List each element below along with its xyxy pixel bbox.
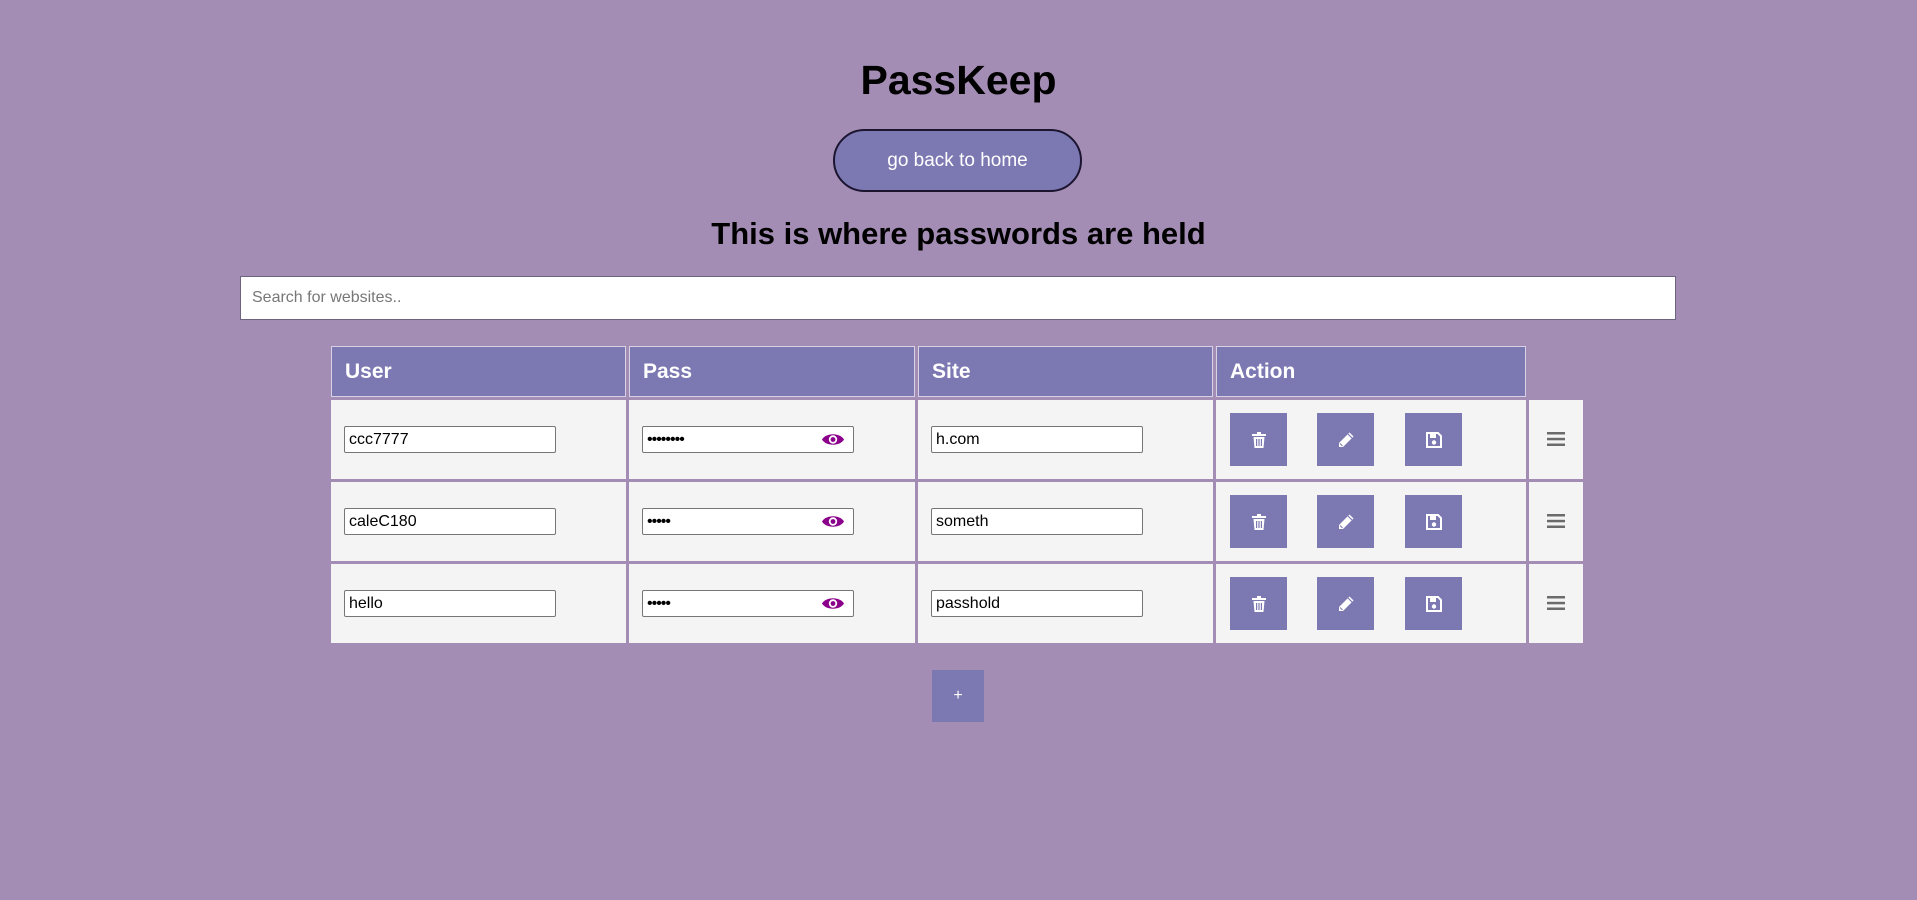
site-field[interactable] — [931, 426, 1143, 453]
site-cell — [918, 482, 1213, 561]
table-body — [331, 400, 1583, 643]
go-back-home-button[interactable]: go back to home — [833, 129, 1082, 192]
table-row — [331, 482, 1583, 561]
site-field[interactable] — [931, 590, 1143, 617]
table-row — [331, 564, 1583, 643]
eye-icon[interactable] — [821, 431, 845, 448]
save-button[interactable] — [1405, 413, 1462, 466]
hamburger-icon[interactable] — [1547, 431, 1565, 447]
table-header-row: User Pass Site Action — [331, 346, 1583, 397]
drag-cell — [1529, 400, 1583, 479]
site-cell — [918, 400, 1213, 479]
save-button[interactable] — [1405, 577, 1462, 630]
edit-button[interactable] — [1317, 577, 1374, 630]
delete-button[interactable] — [1230, 577, 1287, 630]
save-icon — [1425, 595, 1442, 612]
pass-cell — [629, 564, 915, 643]
site-cell — [918, 564, 1213, 643]
header-user: User — [331, 346, 626, 397]
page-title: PassKeep — [860, 57, 1057, 103]
user-cell — [331, 482, 626, 561]
header-site: Site — [918, 346, 1213, 397]
edit-button[interactable] — [1317, 413, 1374, 466]
pass-cell — [629, 400, 915, 479]
header-pass: Pass — [629, 346, 915, 397]
add-entry-button[interactable]: + — [932, 670, 984, 722]
pencil-icon — [1337, 513, 1355, 531]
action-cell — [1216, 482, 1526, 561]
pass-cell — [629, 482, 915, 561]
action-cell — [1216, 400, 1526, 479]
eye-icon[interactable] — [821, 595, 845, 612]
username-field[interactable] — [344, 426, 556, 453]
header-action: Action — [1216, 346, 1526, 397]
delete-button[interactable] — [1230, 413, 1287, 466]
pencil-icon — [1337, 595, 1355, 613]
username-field[interactable] — [344, 508, 556, 535]
trash-icon — [1251, 513, 1266, 530]
action-cell — [1216, 564, 1526, 643]
passwords-table: User Pass Site Action — [331, 346, 1583, 643]
table-row — [331, 400, 1583, 479]
search-input[interactable] — [240, 276, 1676, 320]
pencil-icon — [1337, 431, 1355, 449]
save-icon — [1425, 431, 1442, 448]
trash-icon — [1251, 595, 1266, 612]
eye-icon[interactable] — [821, 513, 845, 530]
drag-cell — [1529, 564, 1583, 643]
hamburger-icon[interactable] — [1547, 513, 1565, 529]
site-field[interactable] — [931, 508, 1143, 535]
drag-cell — [1529, 482, 1583, 561]
delete-button[interactable] — [1230, 495, 1287, 548]
save-button[interactable] — [1405, 495, 1462, 548]
hamburger-icon[interactable] — [1547, 595, 1565, 611]
page-subtitle: This is where passwords are held — [711, 216, 1206, 251]
trash-icon — [1251, 431, 1266, 448]
user-cell — [331, 564, 626, 643]
username-field[interactable] — [344, 590, 556, 617]
user-cell — [331, 400, 626, 479]
save-icon — [1425, 513, 1442, 530]
edit-button[interactable] — [1317, 495, 1374, 548]
